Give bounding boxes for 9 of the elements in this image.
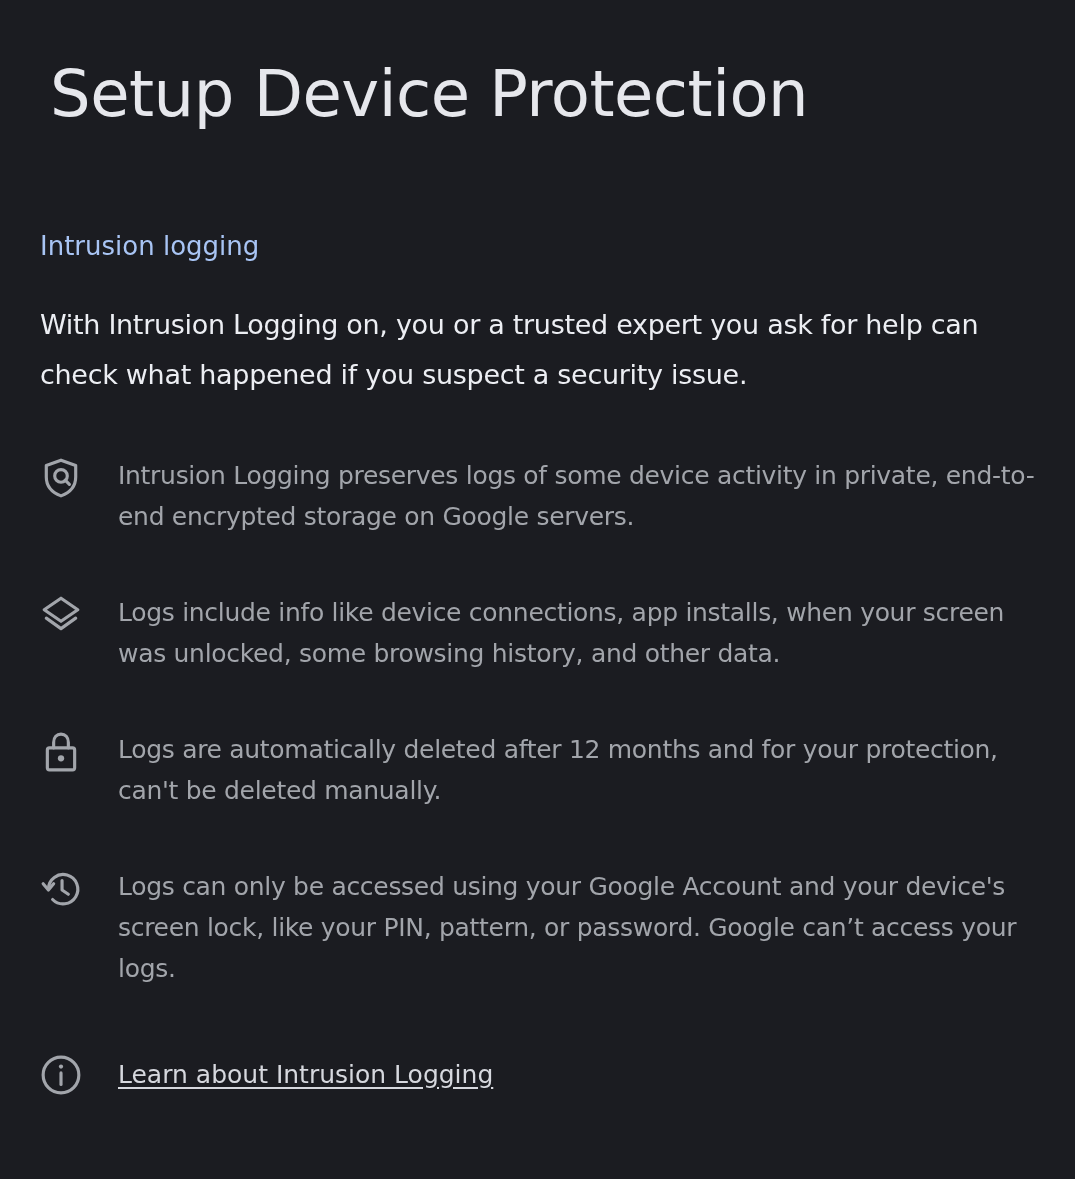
intro-text: With Intrusion Logging on, you or a trusted expert you ask for help can check what happened if you suspect a security issue. <box>40 308 980 392</box>
info-icon <box>40 1054 82 1096</box>
info-text: Intrusion Logging preserves logs of some device activity in private, end-to-end encrypted storage on Google servers. <box>118 460 1035 533</box>
info-text: Logs include info like device connections, app installs, when your screen was unlocked, some browsing history, and other data. <box>118 597 1006 670</box>
learn-more-link[interactable]: Learn about Intrusion Logging <box>118 1059 494 1089</box>
info-text: Logs are automatically deleted after 12 months and for your protection, can't be deleted manually. <box>118 734 999 807</box>
section-header: Intrusion logging <box>40 230 261 263</box>
page-title: Setup Device Protection <box>50 56 810 133</box>
info-text: Logs can only be accessed using your Google Account and your device's screen lock, like your PIN, pattern, or password. Google can’t access your logs. <box>118 871 1018 985</box>
